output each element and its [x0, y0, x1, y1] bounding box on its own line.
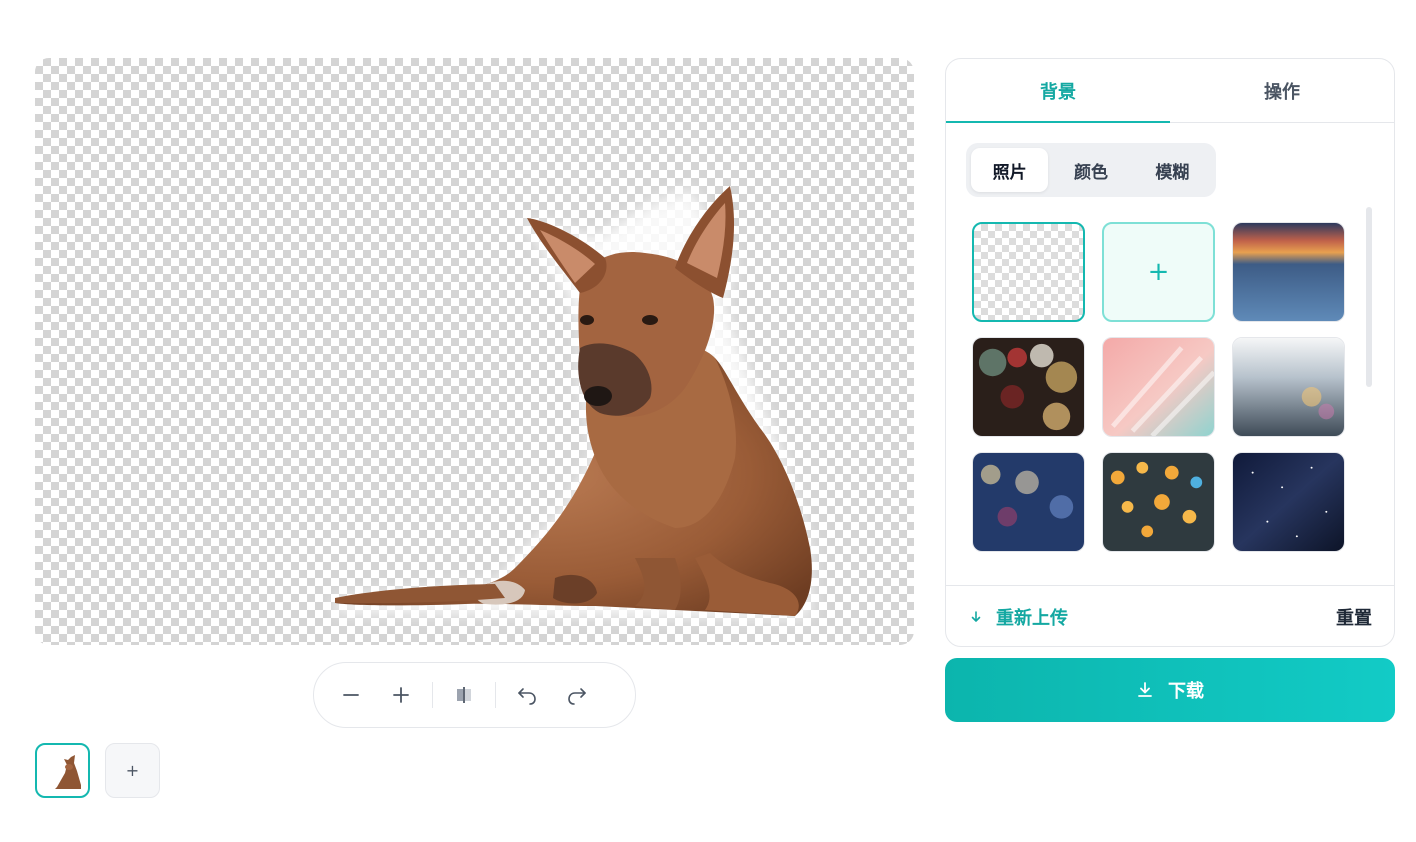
plus-icon — [393, 687, 409, 703]
settings-panel: 背景 操作 照片 颜色 模糊 + 重新上传 重置 — [945, 58, 1395, 647]
dog-thumbnail-icon — [55, 755, 81, 789]
orange-bokeh-image — [1103, 453, 1214, 551]
download-button[interactable]: 下载 — [945, 658, 1395, 722]
canvas-toolbar — [313, 662, 636, 728]
plus-icon: + — [125, 761, 140, 780]
compare-button[interactable] — [447, 678, 481, 712]
background-type-switch: 照片 颜色 模糊 — [966, 143, 1216, 197]
toolbar-divider — [495, 682, 496, 708]
download-icon — [1138, 682, 1152, 697]
tab-background[interactable]: 背景 — [946, 59, 1170, 123]
background-tile-pink-brush[interactable] — [1102, 337, 1215, 437]
redo-button[interactable] — [560, 678, 594, 712]
zoom-out-button[interactable] — [334, 678, 368, 712]
city-rain-image — [973, 453, 1084, 551]
undo-button[interactable] — [510, 678, 544, 712]
background-tile-bokeh-dark[interactable] — [972, 337, 1085, 437]
background-grid: + — [972, 222, 1346, 552]
segment-blur[interactable]: 模糊 — [1134, 148, 1211, 192]
add-image-button[interactable]: + — [105, 743, 160, 798]
starry-sky-image — [1233, 453, 1344, 551]
background-tile-sunset-sea[interactable] — [1232, 222, 1345, 322]
dog-cutout-image — [335, 186, 812, 618]
segment-color[interactable]: 颜色 — [1052, 148, 1129, 192]
plus-icon: + — [1147, 257, 1170, 287]
image-canvas[interactable] — [35, 58, 914, 645]
background-tile-city-rain[interactable] — [972, 452, 1085, 552]
panel-footer: 重新上传 重置 — [946, 585, 1394, 646]
tab-actions[interactable]: 操作 — [1170, 59, 1394, 122]
background-tile-orange-bokeh[interactable] — [1102, 452, 1215, 552]
segment-photo[interactable]: 照片 — [971, 148, 1049, 192]
background-tile-transparent[interactable] — [972, 222, 1085, 322]
background-grid-scrollbar[interactable] — [1366, 207, 1372, 387]
rain-window-image — [1233, 338, 1344, 436]
download-label: 下载 — [1168, 681, 1204, 702]
reupload-button[interactable]: 重新上传 — [970, 604, 1068, 630]
reset-button[interactable]: 重置 — [1336, 604, 1372, 630]
zoom-in-button[interactable] — [384, 678, 418, 712]
toolbar-divider — [432, 682, 433, 708]
bokeh-dark-image — [973, 338, 1084, 436]
background-tile-starry-sky[interactable] — [1232, 452, 1345, 552]
background-upload-tile[interactable]: + — [1102, 222, 1215, 322]
panel-tabs: 背景 操作 — [946, 59, 1394, 123]
compare-icon — [457, 687, 471, 703]
undo-icon — [518, 688, 536, 705]
reupload-label: 重新上传 — [996, 608, 1068, 629]
minus-icon — [343, 694, 359, 696]
background-tile-rain-window[interactable] — [1232, 337, 1345, 437]
pink-brush-image — [1103, 338, 1214, 436]
redo-icon — [568, 688, 586, 705]
sunset-sea-image — [1233, 223, 1344, 321]
arrow-down-icon — [971, 611, 981, 622]
image-thumbnail[interactable] — [35, 743, 90, 798]
